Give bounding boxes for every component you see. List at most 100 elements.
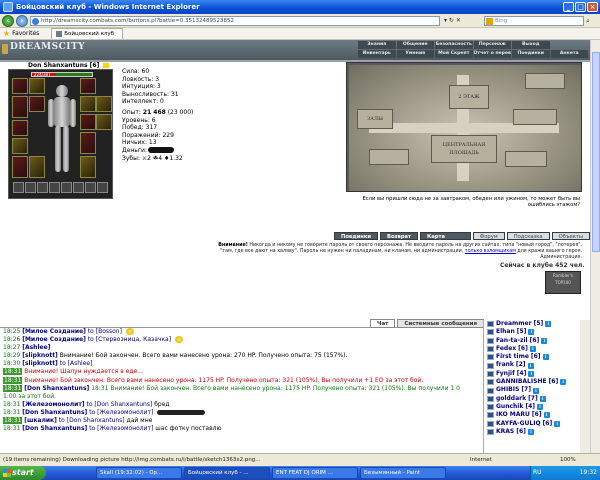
map-building-floor2[interactable]: 2 ЭТАЖ [449, 85, 489, 109]
maximize-button[interactable]: □ [575, 2, 586, 12]
map-building[interactable] [513, 109, 557, 125]
page-scrollbar[interactable] [590, 40, 600, 453]
pet-slot[interactable] [80, 156, 96, 178]
user-list-item[interactable]: Dreammer [5] i [487, 320, 590, 328]
belt-item[interactable] [13, 182, 24, 193]
hint-button[interactable]: Подсказка [506, 232, 550, 240]
user-info-icon[interactable]: i [532, 387, 539, 394]
user-name[interactable]: Dreammer [496, 320, 532, 328]
chat-nick[interactable]: [Железомонолит] [22, 401, 84, 408]
chat-timestamp[interactable]: 18:31 [3, 384, 23, 392]
club-map-button[interactable]: Карта клуба [420, 232, 471, 246]
user-name[interactable]: IKO MARU [496, 411, 530, 419]
chat-nick[interactable]: [Милое Создание] [22, 336, 86, 343]
browser-tab[interactable]: Бойцовский клуб [51, 28, 124, 39]
menu-item[interactable]: Анкета [550, 50, 588, 58]
chat-timestamp[interactable]: 18:31 [3, 368, 23, 376]
user-name[interactable]: GHIBIS [496, 386, 519, 394]
chat-nick[interactable]: [Don Shanxantuns] [22, 409, 87, 416]
minimize-button[interactable]: _ [563, 2, 574, 12]
user-name[interactable]: Fedex [496, 345, 516, 353]
menu-item[interactable]: Поединки [512, 50, 550, 58]
user-list-item[interactable]: GHIBIS [7] i [487, 386, 590, 394]
info-icon[interactable] [103, 63, 110, 68]
map-image[interactable]: 2 ЭТАЖ ЗАЛЫ ЦЕНТРАЛЬНАЯ ПЛОЩАДЬ [349, 65, 581, 191]
chat-nick[interactable]: [Don Shanxantuns] [22, 425, 87, 432]
amulet-slot[interactable] [29, 78, 45, 94]
user-name[interactable]: golddark [496, 395, 526, 403]
warning-link[interactable]: только взломщикам [465, 249, 516, 254]
user-info-icon[interactable]: i [545, 321, 552, 328]
zoom-level[interactable]: 100% [560, 454, 576, 466]
taskbar-item[interactable]: Skall (19:32:02) - Op... [96, 467, 182, 479]
user-list-item[interactable]: KAYFA-GULIQ [6] i [487, 420, 590, 428]
chat-timestamp[interactable]: 18:25 [3, 328, 20, 335]
objects-button[interactable]: Объекты [551, 232, 590, 240]
character-name[interactable]: Don Shanxantuns [6] [28, 62, 110, 69]
user-name[interactable]: Fan-ta-zil [496, 337, 528, 345]
boots-slot[interactable] [12, 156, 28, 178]
chat-timestamp[interactable]: 18:29 [3, 352, 20, 359]
menu-item[interactable]: Инвентарь [358, 50, 396, 58]
armor-slot[interactable] [12, 120, 28, 136]
user-name[interactable]: Gunchik [496, 403, 523, 411]
back-button[interactable]: ‹ [2, 15, 14, 27]
rambler-counter[interactable]: Rambler's TOP100 [545, 271, 581, 294]
search-input[interactable]: Bing [484, 16, 584, 26]
chat-nick[interactable]: [slipknott] [22, 360, 58, 367]
user-info-icon[interactable]: i [554, 420, 561, 427]
user-info-icon[interactable]: i [537, 404, 544, 411]
scrollbar-thumb[interactable] [592, 52, 600, 252]
user-name[interactable]: frank [496, 361, 514, 369]
menu-item[interactable]: Персонаж [473, 41, 511, 49]
user-name[interactable]: KRAS [496, 428, 514, 436]
menu-item[interactable]: Безопасность [435, 41, 473, 49]
chat-recipient[interactable]: to [Ashlee] [60, 360, 93, 367]
user-list-item[interactable]: Elhan [5] i [487, 328, 590, 336]
map-building-central-square[interactable]: ЦЕНТРАЛЬНАЯ ПЛОЩАДЬ [431, 135, 497, 163]
menu-item[interactable]: Общение [396, 41, 434, 49]
map-building[interactable] [525, 73, 565, 89]
chat-timestamp[interactable]: 18:31 [3, 417, 23, 425]
menu-item[interactable]: Знания [358, 41, 396, 49]
chat-recipient[interactable]: to [Don Shanxantuns] [59, 417, 125, 424]
user-info-icon[interactable]: i [542, 354, 549, 361]
chat-timestamp[interactable]: 18:26 [3, 336, 20, 343]
chat-recipient[interactable]: to [Стервозница, Казачка] [88, 336, 171, 343]
user-list-item[interactable]: First time [6] i [487, 353, 590, 361]
tab-system-messages[interactable]: Системные сообщения [397, 319, 484, 328]
chat-nick[interactable]: [шкалик] [24, 417, 57, 424]
chat-recipient[interactable]: to [Железомонолит] [89, 425, 153, 432]
chat-nick[interactable]: [Don Shanxantuns] [24, 385, 89, 392]
map-building[interactable] [369, 149, 409, 165]
chat-nick[interactable]: [slipknott] [22, 352, 58, 359]
search-icon[interactable]: ⌕ [586, 17, 590, 26]
user-info-icon[interactable]: i [543, 412, 550, 419]
ring-slot[interactable] [96, 96, 112, 112]
user-info-icon[interactable]: i [560, 379, 567, 386]
chat-timestamp[interactable]: 18:27 [3, 344, 20, 351]
taskbar-item[interactable]: Бойцовский клуб - ... [184, 467, 270, 479]
start-button[interactable]: start [0, 466, 46, 480]
user-info-icon[interactable]: i [541, 337, 548, 344]
rune-slot[interactable] [96, 114, 112, 130]
gloves-slot[interactable] [80, 78, 96, 94]
user-info-icon[interactable]: i [539, 395, 546, 402]
belt-item[interactable] [97, 182, 108, 193]
menu-item[interactable]: Отчет о переводах [473, 50, 511, 58]
user-list-item[interactable]: IKO MARU [6] i [487, 411, 590, 419]
ring-slot[interactable] [80, 96, 96, 112]
belt-item[interactable] [73, 182, 84, 193]
user-info-icon[interactable]: i [529, 346, 536, 353]
favorites-star-icon[interactable]: ★ [3, 29, 10, 38]
user-info-icon[interactable]: i [528, 329, 535, 336]
chat-timestamp[interactable]: 18:31 [3, 425, 20, 432]
belt-item[interactable] [49, 182, 60, 193]
offhand-slot[interactable] [80, 132, 96, 154]
belt-item[interactable] [85, 182, 96, 193]
menu-item[interactable]: Мой Скрепт [435, 50, 473, 58]
user-list-item[interactable]: KRAS [6] i [487, 428, 590, 436]
chat-recipient[interactable]: to [Железомонолит] [89, 409, 153, 416]
user-list-scrollbar[interactable] [580, 320, 590, 453]
user-name[interactable]: Fynjif [496, 370, 515, 378]
